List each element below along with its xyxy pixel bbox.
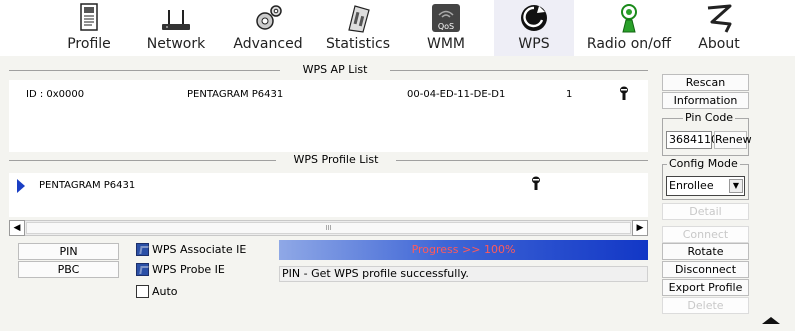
config-mode-value: Enrollee — [669, 179, 714, 192]
tab-about-label: About — [698, 36, 740, 52]
ap-ssid: PENTAGRAM P6431 — [187, 89, 284, 100]
tab-wps[interactable]: WPS — [494, 0, 574, 56]
tab-profile-label: Profile — [67, 36, 111, 52]
tab-wmm-label: WMM — [426, 36, 465, 52]
ap-row[interactable]: ID : 0x0000 PENTAGRAM P6431 00-04-ED-11-… — [9, 86, 648, 104]
pin-button[interactable]: PIN — [18, 243, 119, 260]
wps-profile-list-title: WPS Profile List — [276, 153, 396, 166]
pin-code-group: Pin Code 36841103 Renew — [662, 112, 752, 156]
connect-button[interactable]: Connect — [662, 226, 749, 243]
ap-bssid: 00-04-ED-11-DE-D1 — [407, 89, 506, 100]
config-mode-title: Config Mode — [667, 157, 740, 170]
config-mode-select[interactable]: Enrollee ▼ — [666, 176, 745, 196]
tab-statistics-label: Statistics — [326, 36, 390, 52]
collapse-arrow-icon[interactable] — [762, 317, 780, 324]
delete-button[interactable]: Delete — [662, 297, 749, 314]
tab-wps-label: WPS — [518, 36, 550, 52]
disconnect-button[interactable]: Disconnect — [662, 261, 749, 278]
auto-checkbox[interactable] — [136, 285, 149, 298]
wps-ap-list-title: WPS AP List — [280, 63, 390, 76]
detail-button[interactable]: Detail — [662, 203, 749, 220]
tab-advanced-label: Advanced — [233, 36, 303, 52]
tab-about[interactable]: About — [686, 0, 752, 56]
config-mode-group: Config Mode Enrollee ▼ — [662, 158, 749, 200]
information-button[interactable]: Information — [662, 92, 749, 109]
tab-wmm[interactable]: QoS WMM — [406, 0, 486, 56]
tab-radio-on-off[interactable]: Radio on/off — [582, 0, 676, 56]
ap-id: ID : 0x0000 — [26, 89, 85, 100]
profile-row[interactable]: PENTAGRAM P6431 — [9, 176, 648, 195]
wps-profile-list[interactable]: PENTAGRAM P6431 — [9, 173, 648, 217]
tab-network[interactable]: Network — [138, 0, 214, 56]
profile-list-scrollbar[interactable]: ◀ III ▶ — [9, 220, 648, 236]
wps-associate-ie-label: WPS Associate IE — [152, 243, 247, 256]
rescan-button[interactable]: Rescan — [662, 74, 749, 91]
pbc-button[interactable]: PBC — [18, 261, 119, 278]
lock-icon — [620, 86, 628, 100]
wps-probe-ie-label: WPS Probe IE — [152, 263, 225, 276]
tab-network-label: Network — [146, 36, 206, 52]
export-profile-button[interactable]: Export Profile — [662, 279, 749, 296]
pin-code-field[interactable]: 36841103 — [666, 131, 725, 149]
profile-name: PENTAGRAM P6431 — [39, 180, 136, 191]
rotate-button[interactable]: Rotate — [662, 243, 749, 260]
network-icon — [162, 10, 190, 30]
advanced-icon — [256, 5, 282, 30]
profile-icon — [80, 3, 98, 31]
ap-channel: 1 — [566, 89, 573, 100]
tab-radio-label: Radio on/off — [586, 36, 672, 52]
progress-bar: Progress >> 100% — [279, 240, 648, 260]
chevron-down-icon[interactable]: ▼ — [729, 179, 743, 193]
scroll-right-icon[interactable]: ▶ — [632, 220, 648, 236]
wps-icon — [521, 5, 547, 31]
wps-associate-ie-checkbox[interactable] — [136, 243, 149, 256]
tab-profile[interactable]: Profile — [52, 0, 126, 56]
auto-label: Auto — [152, 285, 178, 298]
scroll-thumb[interactable]: III — [26, 222, 631, 234]
tab-advanced[interactable]: Advanced — [226, 0, 310, 56]
statistics-icon — [348, 5, 370, 33]
pin-code-title: Pin Code — [683, 111, 736, 124]
wps-panel: WPS AP List ID : 0x0000 PENTAGRAM P6431 … — [0, 56, 795, 331]
main-toolbar: Profile Network Advanced Statistics QoS … — [0, 0, 795, 56]
scroll-left-icon[interactable]: ◀ — [9, 220, 25, 236]
wmm-icon: QoS — [432, 4, 460, 32]
play-icon — [17, 179, 25, 193]
tab-statistics[interactable]: Statistics — [320, 0, 396, 56]
wps-ap-list[interactable]: ID : 0x0000 PENTAGRAM P6431 00-04-ED-11-… — [9, 80, 648, 152]
renew-button[interactable]: Renew — [714, 131, 752, 149]
about-icon — [707, 4, 732, 33]
wmm-icon-text: QoS — [438, 22, 454, 31]
wps-probe-ie-checkbox[interactable] — [136, 263, 149, 276]
status-text: PIN - Get WPS profile successfully. — [279, 266, 648, 282]
radio-icon — [621, 4, 637, 33]
lock-icon — [532, 176, 540, 190]
